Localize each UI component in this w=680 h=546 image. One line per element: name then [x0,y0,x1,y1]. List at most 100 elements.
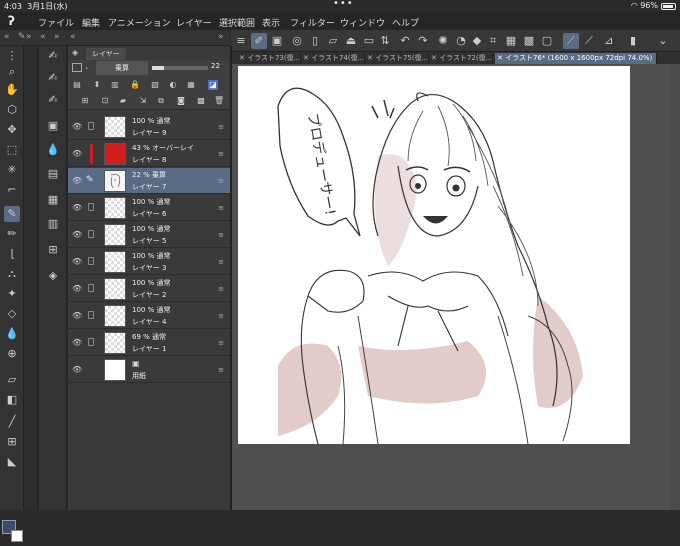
visibility-eye-icon[interactable]: 👁 [72,311,82,320]
operation-icon[interactable]: ⬡ [4,102,20,118]
lock-toggle-icon[interactable] [88,203,94,211]
menu-layer[interactable]: レイヤー [176,16,212,29]
expand-subtool-icon[interactable]: » [54,32,60,42]
lock-icon[interactable]: 🔒 [130,80,140,90]
layer-name[interactable]: レイヤー 6 [132,209,166,219]
visibility-eye-icon[interactable]: 👁 [72,122,82,131]
crop-icon[interactable]: ⌗ [485,33,501,49]
subtool-pen-1-icon[interactable]: ✍ [45,48,61,64]
drawing-canvas[interactable]: プロデューサー! [238,66,630,444]
visibility-eye-icon[interactable]: 👁 [72,338,82,347]
layer-row[interactable]: 👁 100 % 通常 レイヤー 3 ≡ [68,249,230,275]
subtool-material-icon[interactable]: ▥ [45,216,61,232]
visibility-eye-icon[interactable]: 👁 [72,257,82,266]
trash-icon[interactable]: 🗑 [214,96,224,106]
layer-name[interactable]: レイヤー 7 [132,182,166,192]
subtool-shapes-icon[interactable]: ⊞ [45,242,61,258]
visibility-eye-icon[interactable]: 👁 [72,230,82,239]
menu-help[interactable]: ヘルプ [392,16,419,29]
canvas-area[interactable]: プロデューサー! [232,64,680,510]
tab-illust-75[interactable]: ✕ イラスト75(復... [365,53,429,64]
layer-row[interactable]: 👁 43 % オーバーレイ レイヤー 8 ≡ [68,141,230,167]
drag-handle-icon[interactable]: ≡ [218,123,224,131]
layer-name[interactable]: レイヤー 4 [132,317,166,327]
cloud-icon[interactable]: ◎ [289,33,305,49]
lock-toggle-icon[interactable] [88,122,94,130]
tab-illust-72[interactable]: ✕ イラスト72(復... [429,53,493,64]
menu-animation[interactable]: アニメーション [108,16,171,29]
lock-toggle-icon[interactable] [88,311,94,319]
color-swatches[interactable] [2,520,24,546]
export-icon[interactable]: ▭ [361,33,377,49]
layer-row[interactable]: 👁 100 % 通常 レイヤー 5 ≡ [68,222,230,248]
layer-name[interactable]: レイヤー 1 [132,344,166,354]
transfer-icon[interactable]: ⇲ [138,96,148,106]
open-file-icon[interactable]: ▱ [325,33,341,49]
menu-window[interactable]: ウィンドウ [340,16,385,29]
subtool-navigator-icon[interactable]: ▦ [45,192,61,208]
new-vector-icon[interactable]: ⊡ [100,96,110,106]
layer-name[interactable]: レイヤー 3 [132,263,166,273]
menu-filter[interactable]: フィルター [290,16,335,29]
subtool-pen-2-icon[interactable]: ✍ [45,70,61,86]
triangle-icon[interactable]: ◣ [4,454,20,470]
drag-handle-icon[interactable]: ≡ [218,150,224,158]
ruler-icon[interactable]: ⊿ [601,33,617,49]
lock-alpha-icon[interactable]: ▧ [150,80,160,90]
opacity-value[interactable]: 22 [211,62,220,70]
save-icon[interactable]: ⏏ [343,33,359,49]
lock-toggle-icon[interactable] [88,257,94,265]
blend-mode-select[interactable]: 乗算 [96,61,148,75]
palette-color-icon[interactable]: ◪ [208,80,218,90]
layer-name[interactable]: 用紙 [132,371,146,381]
redo-icon[interactable]: ↷ [415,33,431,49]
move-icon[interactable]: ✥ [4,122,20,138]
expand-icon[interactable]: » [26,32,32,42]
canvas-scrollbar[interactable] [670,64,680,510]
drag-handle-icon[interactable]: ≡ [218,312,224,320]
device-icon[interactable]: ▮ [625,33,641,49]
collapse-layer-icon[interactable]: « [70,32,76,42]
brush-icon[interactable]: ✎ [18,32,26,42]
swap-icon[interactable]: ⇅ [377,33,393,49]
mask-icon[interactable]: ◐ [168,80,178,90]
layer-row[interactable]: 👁 69 % 通常 レイヤー 1 ≡ [68,330,230,356]
drag-handle-icon[interactable]: ≡ [218,285,224,293]
ruler-snap-icon[interactable]: ⟋ [563,33,579,49]
layer-panel-title[interactable]: レイヤー [86,48,126,60]
apply-mask-icon[interactable]: ▩ [196,96,206,106]
fill-icon[interactable]: ◔ [453,33,469,49]
menu-hamburger-icon[interactable]: ≡ [233,33,249,49]
expand-layer-icon[interactable]: » [218,32,224,42]
ruler-layer-icon[interactable]: ▦ [186,80,196,90]
visibility-eye-icon[interactable]: 👁 [72,149,82,158]
drag-handle-icon[interactable]: ≡ [218,366,224,374]
gradient-icon[interactable]: ◧ [4,392,20,408]
pencil-icon[interactable]: ✏ [4,226,20,242]
drag-handle-icon[interactable]: ≡ [218,177,224,185]
layer-chevron-icon[interactable]: ⌄ [84,63,90,71]
lock-toggle-icon[interactable] [88,230,94,238]
decoration-icon[interactable]: ✦ [4,286,20,302]
airbrush-icon[interactable]: ⛬ [4,266,20,282]
visibility-eye-icon[interactable]: 👁 [72,365,82,374]
multitask-dots[interactable]: ••• [333,0,354,9]
visibility-eye-icon[interactable]: 👁 [72,284,82,293]
collapse-icon[interactable]: « [4,32,10,42]
mask-add-icon[interactable]: ◙ [176,96,186,106]
new-folder-icon[interactable]: ▰ [118,96,128,106]
layer-row-paper[interactable]: 👁 ▣ 用紙 ≡ [68,357,230,383]
menu-selection[interactable]: 選択範囲 [219,16,255,29]
new-raster-icon[interactable]: ⊞ [80,96,90,106]
chevron-down-icon[interactable]: ⌄ [655,33,671,49]
square-icon[interactable]: ▩ [521,33,537,49]
layer-row[interactable]: 👁 100 % 通常 レイヤー 4 ≡ [68,303,230,329]
visibility-eye-icon[interactable]: 👁 [72,203,82,212]
layer-color-icon[interactable] [72,63,82,72]
ruler-snap2-icon[interactable]: ⟋ [581,33,597,49]
brush-icon[interactable]: ɭ [4,246,20,262]
zoom-icon[interactable]: ⌕ [4,64,20,80]
layer-setting-icon[interactable]: ▣ [269,33,285,49]
selection-icon[interactable]: ⬚ [4,142,20,158]
new-file-icon[interactable]: ▯ [307,33,323,49]
